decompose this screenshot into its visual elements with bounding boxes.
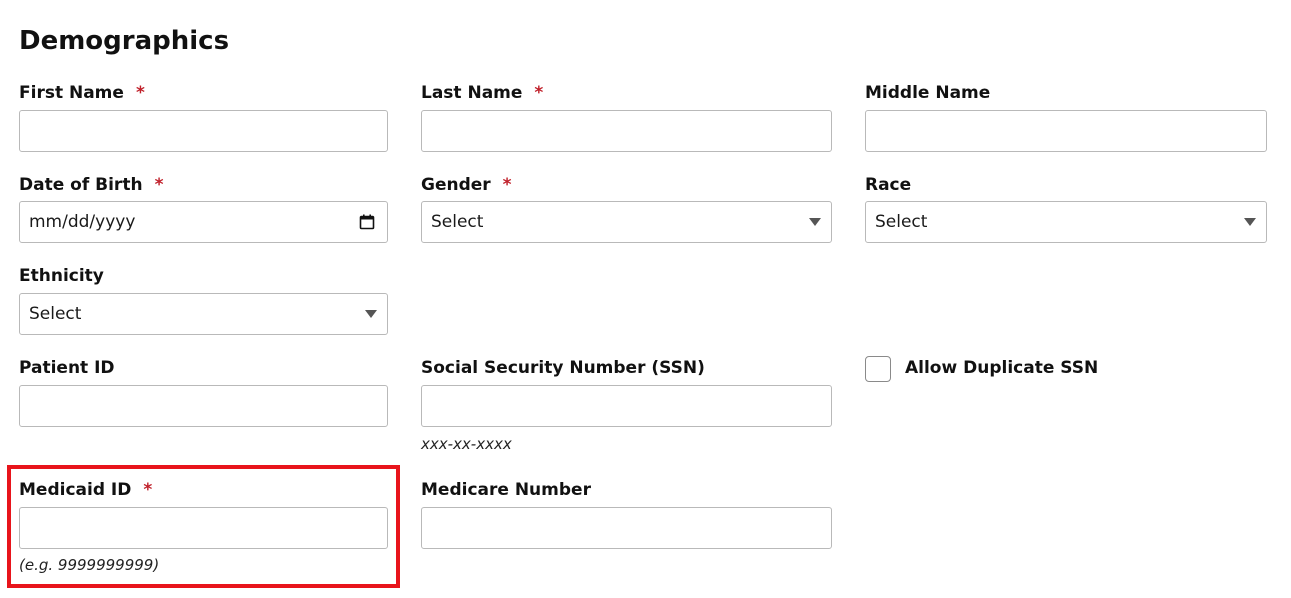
chevron-down-icon <box>1244 218 1256 226</box>
race-label: Race <box>865 175 912 195</box>
first-name-label: First Name * <box>19 83 145 103</box>
gender-label: Gender * <box>421 175 512 195</box>
medicaid-id-example-hint: (e.g. 9999999999) <box>19 556 160 574</box>
date-of-birth-input[interactable]: mm/dd/yyyy <box>19 201 388 243</box>
date-of-birth-label: Date of Birth * <box>19 175 163 195</box>
ssn-format-hint: xxx-xx-xxxx <box>421 435 512 453</box>
allow-duplicate-ssn-checkbox[interactable] <box>865 356 891 382</box>
required-marker: * <box>154 175 164 195</box>
patient-id-label: Patient ID <box>19 358 115 378</box>
race-select[interactable]: Select <box>865 201 1267 243</box>
first-name-input[interactable] <box>19 110 388 152</box>
date-of-birth-placeholder: mm/dd/yyyy <box>29 212 136 232</box>
medicaid-id-label-text: Medicaid ID <box>19 480 132 500</box>
date-of-birth-label-text: Date of Birth <box>19 175 143 195</box>
required-marker: * <box>534 83 544 103</box>
gender-selected-value: Select <box>431 212 484 232</box>
medicaid-id-input[interactable] <box>19 507 388 549</box>
medicaid-id-label: Medicaid ID * <box>19 480 152 500</box>
race-selected-value: Select <box>875 212 928 232</box>
first-name-label-text: First Name <box>19 83 124 103</box>
chevron-down-icon <box>365 310 377 318</box>
medicare-number-label: Medicare Number <box>421 480 591 500</box>
medicare-number-input[interactable] <box>421 507 832 549</box>
last-name-input[interactable] <box>421 110 832 152</box>
ethnicity-label: Ethnicity <box>19 266 104 286</box>
middle-name-label: Middle Name <box>865 83 991 103</box>
ethnicity-select[interactable]: Select <box>19 293 388 335</box>
calendar-icon[interactable] <box>359 214 375 230</box>
middle-name-input[interactable] <box>865 110 1267 152</box>
allow-duplicate-ssn-label[interactable]: Allow Duplicate SSN <box>905 358 1098 378</box>
required-marker: * <box>502 175 512 195</box>
required-marker: * <box>143 480 153 500</box>
patient-id-input[interactable] <box>19 385 388 427</box>
last-name-label: Last Name * <box>421 83 543 103</box>
required-marker: * <box>135 83 145 103</box>
ssn-label: Social Security Number (SSN) <box>421 358 705 378</box>
page-title: Demographics <box>19 26 230 56</box>
gender-label-text: Gender <box>421 175 491 195</box>
gender-select[interactable]: Select <box>421 201 832 243</box>
ethnicity-selected-value: Select <box>29 304 82 324</box>
last-name-label-text: Last Name <box>421 83 523 103</box>
ssn-input[interactable] <box>421 385 832 427</box>
chevron-down-icon <box>809 218 821 226</box>
